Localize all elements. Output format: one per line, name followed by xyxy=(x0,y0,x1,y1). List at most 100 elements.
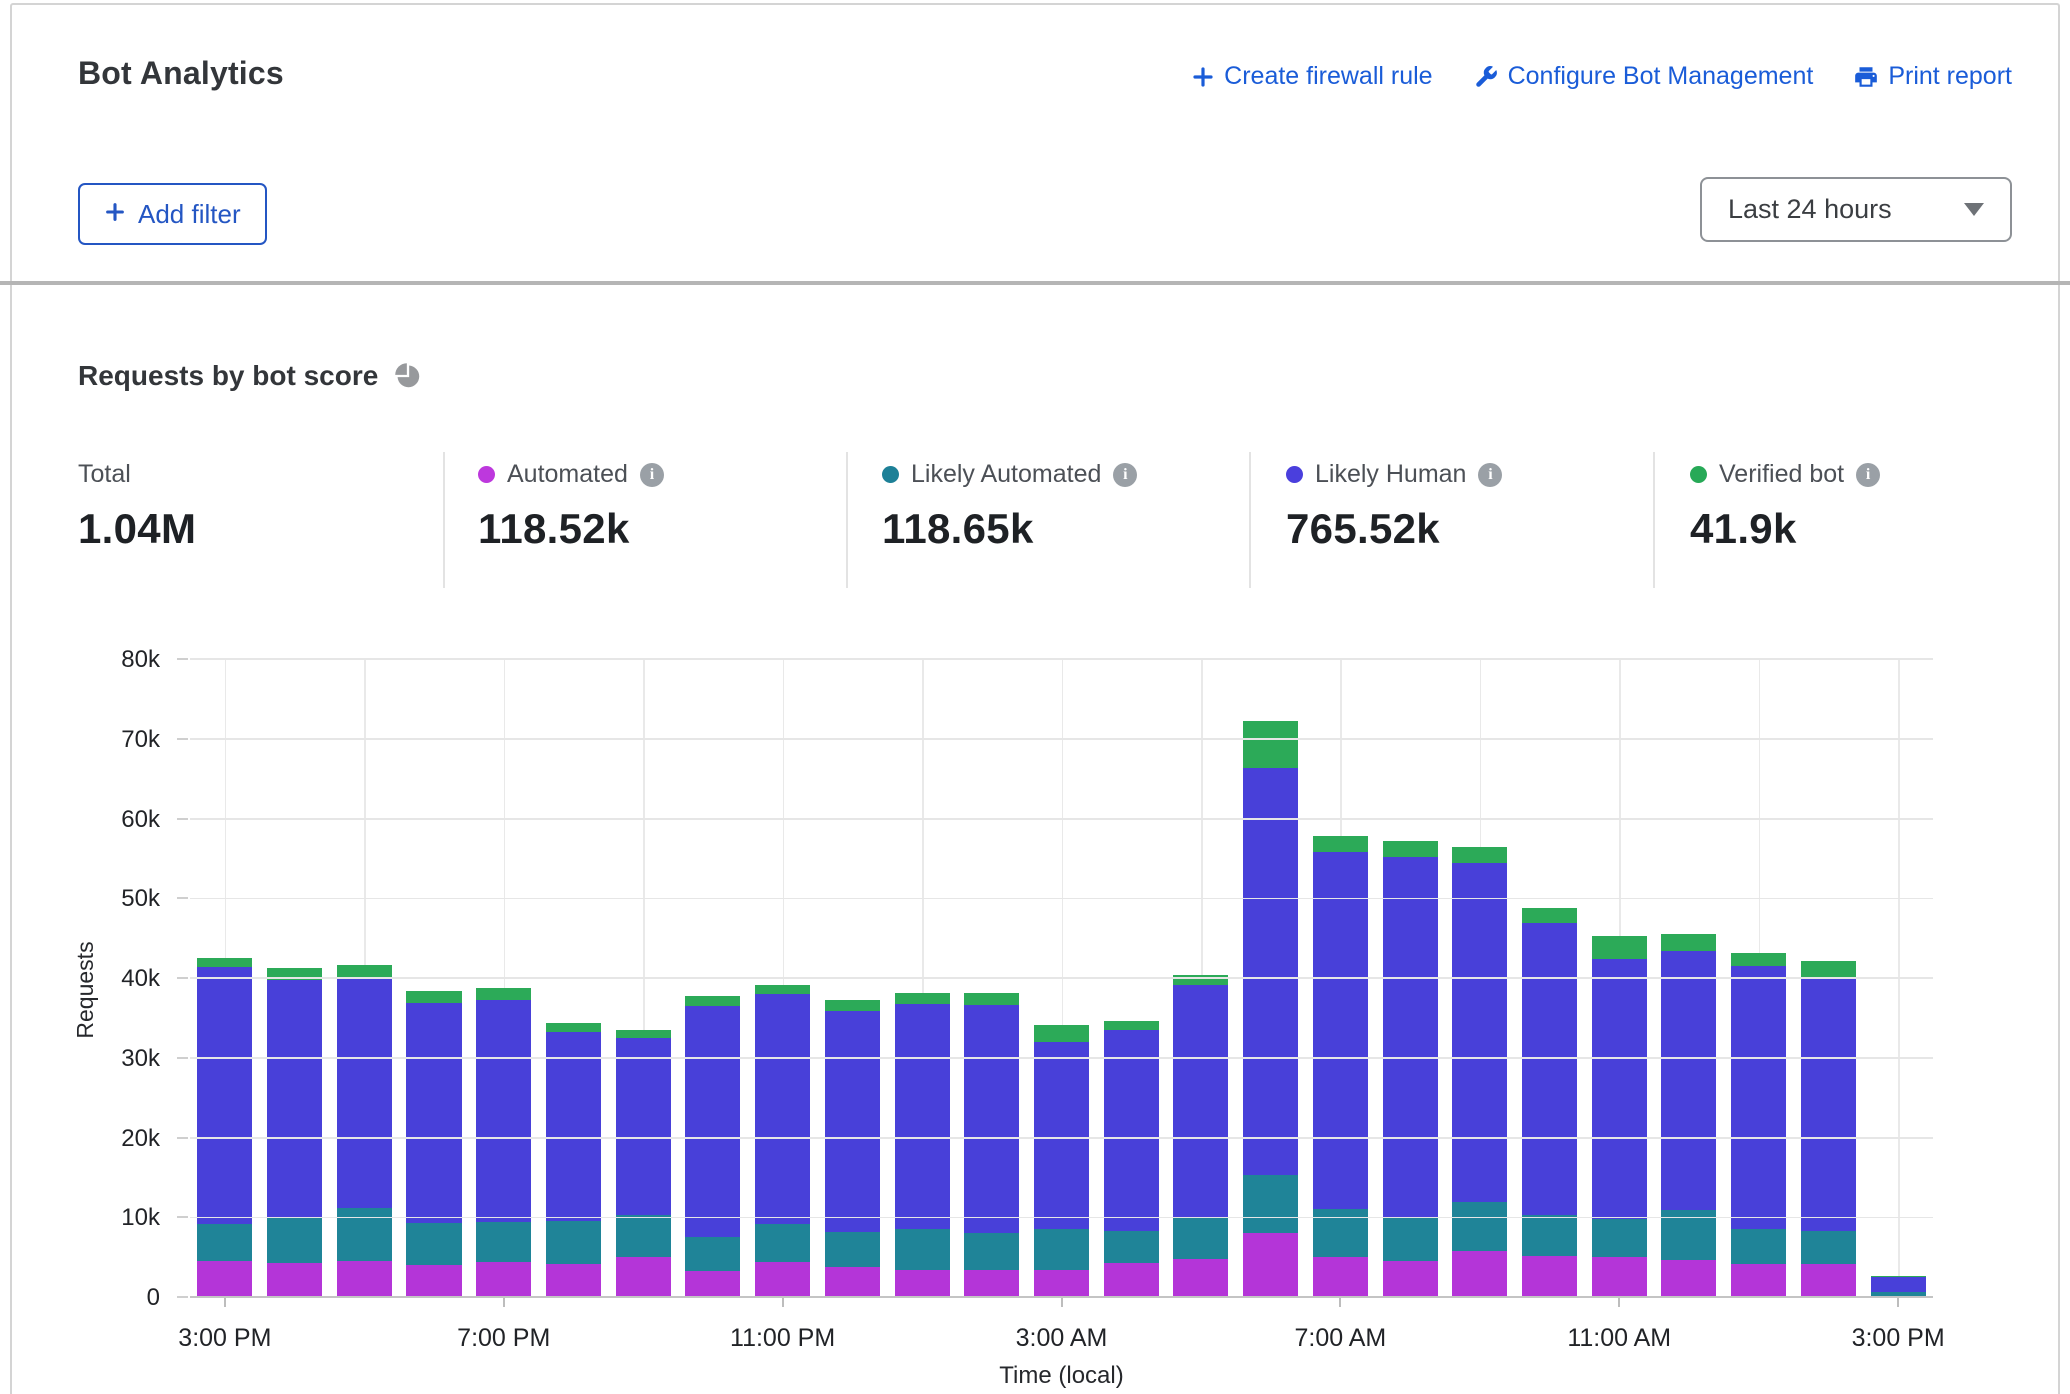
info-icon[interactable] xyxy=(640,463,664,487)
likely-human-legend-dot xyxy=(1286,466,1303,483)
bar-segment-verified-bot xyxy=(406,991,461,1003)
stacked-bar[interactable] xyxy=(337,660,392,1298)
create-firewall-rule-link[interactable]: Create firewall rule xyxy=(1191,62,1432,91)
stat-total-label: Total xyxy=(78,460,131,489)
stat-automated: Automated 118.52k xyxy=(478,460,664,553)
y-tick-label: 40k xyxy=(121,965,160,993)
x-tick-mark xyxy=(1061,1298,1063,1307)
bar-segment-likely-automated xyxy=(964,1233,1019,1270)
x-tick-label: 3:00 PM xyxy=(1852,1324,1945,1353)
bar-segment-verified-bot xyxy=(1452,847,1507,862)
bar-segment-likely-human xyxy=(197,967,252,1224)
stacked-bar[interactable] xyxy=(1243,660,1298,1298)
x-tick-mark xyxy=(224,1298,226,1307)
bar-segment-likely-human xyxy=(755,994,810,1224)
stacked-bar[interactable] xyxy=(1731,660,1786,1298)
stacked-bar[interactable] xyxy=(755,660,810,1298)
info-icon[interactable] xyxy=(1113,463,1137,487)
bar-segment-automated xyxy=(267,1263,322,1298)
wrench-icon xyxy=(1473,64,1499,90)
print-report-link[interactable]: Print report xyxy=(1853,62,2012,91)
configure-bot-management-link[interactable]: Configure Bot Management xyxy=(1473,62,1814,91)
chevron-down-icon xyxy=(1964,203,1984,216)
bar-segment-likely-automated xyxy=(1522,1215,1577,1256)
bar-segment-automated xyxy=(1661,1260,1716,1298)
bar-segment-verified-bot xyxy=(1801,961,1856,978)
bar-segment-automated xyxy=(1383,1261,1438,1298)
x-tick-label: 11:00 PM xyxy=(730,1324,835,1353)
bar-segment-automated xyxy=(685,1271,740,1298)
stacked-bar[interactable] xyxy=(1871,660,1926,1298)
bar-segment-likely-automated xyxy=(825,1232,880,1267)
y-tick-label: 70k xyxy=(121,726,160,754)
time-range-select[interactable]: Last 24 hours xyxy=(1700,177,2012,242)
stacked-bar[interactable] xyxy=(895,660,950,1298)
stat-total-value: 1.04M xyxy=(78,505,196,553)
stacked-bar[interactable] xyxy=(1661,660,1716,1298)
x-tick-mark xyxy=(503,1298,505,1307)
section-divider xyxy=(0,281,2070,285)
info-icon[interactable] xyxy=(1478,463,1502,487)
stacked-bar[interactable] xyxy=(1173,660,1228,1298)
stacked-bars xyxy=(190,660,1933,1298)
stacked-bar[interactable] xyxy=(1034,660,1089,1298)
info-icon[interactable] xyxy=(1856,463,1880,487)
stacked-bar[interactable] xyxy=(1452,660,1507,1298)
bar-segment-likely-human xyxy=(476,1000,531,1223)
stat-separator xyxy=(1249,452,1251,588)
stacked-bar[interactable] xyxy=(616,660,671,1298)
stacked-bar[interactable] xyxy=(1522,660,1577,1298)
stacked-bar[interactable] xyxy=(406,660,461,1298)
bar-segment-automated xyxy=(1104,1263,1159,1298)
x-axis-title: Time (local) xyxy=(190,1362,1933,1390)
stat-likely-human-value: 765.52k xyxy=(1286,505,1502,553)
bar-segment-verified-bot xyxy=(1731,953,1786,967)
stacked-bar[interactable] xyxy=(267,660,322,1298)
x-axis-ticks: 3:00 PM7:00 PM11:00 PM3:00 AM7:00 AM11:0… xyxy=(190,1324,1933,1364)
bar-segment-automated xyxy=(1522,1256,1577,1298)
bar-segment-likely-automated xyxy=(267,1218,322,1263)
bar-segment-likely-human xyxy=(1522,923,1577,1215)
x-tick-label: 3:00 PM xyxy=(178,1324,271,1353)
bar-segment-automated xyxy=(1243,1233,1298,1298)
y-tick-label: 20k xyxy=(121,1125,160,1153)
bar-segment-likely-human xyxy=(1452,863,1507,1203)
stacked-bar[interactable] xyxy=(1801,660,1856,1298)
bar-segment-likely-human xyxy=(1592,959,1647,1219)
bar-slot xyxy=(399,660,469,1298)
bar-segment-likely-automated xyxy=(1243,1175,1298,1232)
stacked-bar[interactable] xyxy=(1383,660,1438,1298)
y-tick-label: 0 xyxy=(147,1284,160,1312)
bar-segment-automated xyxy=(1731,1264,1786,1298)
add-filter-button[interactable]: Add filter xyxy=(78,183,267,245)
bar-slot xyxy=(1654,660,1724,1298)
bar-segment-likely-human xyxy=(895,1004,950,1230)
stacked-bar[interactable] xyxy=(476,660,531,1298)
y-tick-mark xyxy=(177,1057,188,1059)
bar-slot xyxy=(817,660,887,1298)
stacked-bar[interactable] xyxy=(1104,660,1159,1298)
stacked-bar[interactable] xyxy=(546,660,601,1298)
stacked-bar[interactable] xyxy=(1313,660,1368,1298)
likely-automated-legend-dot xyxy=(882,466,899,483)
bar-segment-likely-human xyxy=(1104,1030,1159,1231)
bar-segment-verified-bot xyxy=(1522,908,1577,923)
bar-segment-likely-human xyxy=(267,980,322,1218)
bar-segment-likely-automated xyxy=(685,1237,740,1271)
time-range-value: Last 24 hours xyxy=(1728,194,1892,225)
stacked-bar[interactable] xyxy=(825,660,880,1298)
bar-segment-likely-human xyxy=(406,1003,461,1223)
stacked-bar[interactable] xyxy=(685,660,740,1298)
stacked-bar[interactable] xyxy=(1592,660,1647,1298)
gridline xyxy=(190,738,1933,740)
bar-slot xyxy=(1306,660,1376,1298)
bar-segment-likely-human xyxy=(1383,857,1438,1217)
stacked-bar[interactable] xyxy=(197,660,252,1298)
stat-verified-bot-value: 41.9k xyxy=(1690,505,1880,553)
x-tick-label: 11:00 AM xyxy=(1567,1324,1671,1353)
bar-segment-likely-human xyxy=(1173,985,1228,1218)
stacked-bar[interactable] xyxy=(964,660,1019,1298)
bar-segment-likely-automated xyxy=(1034,1229,1089,1270)
automated-legend-dot xyxy=(478,466,495,483)
bar-segment-verified-bot xyxy=(685,996,740,1006)
